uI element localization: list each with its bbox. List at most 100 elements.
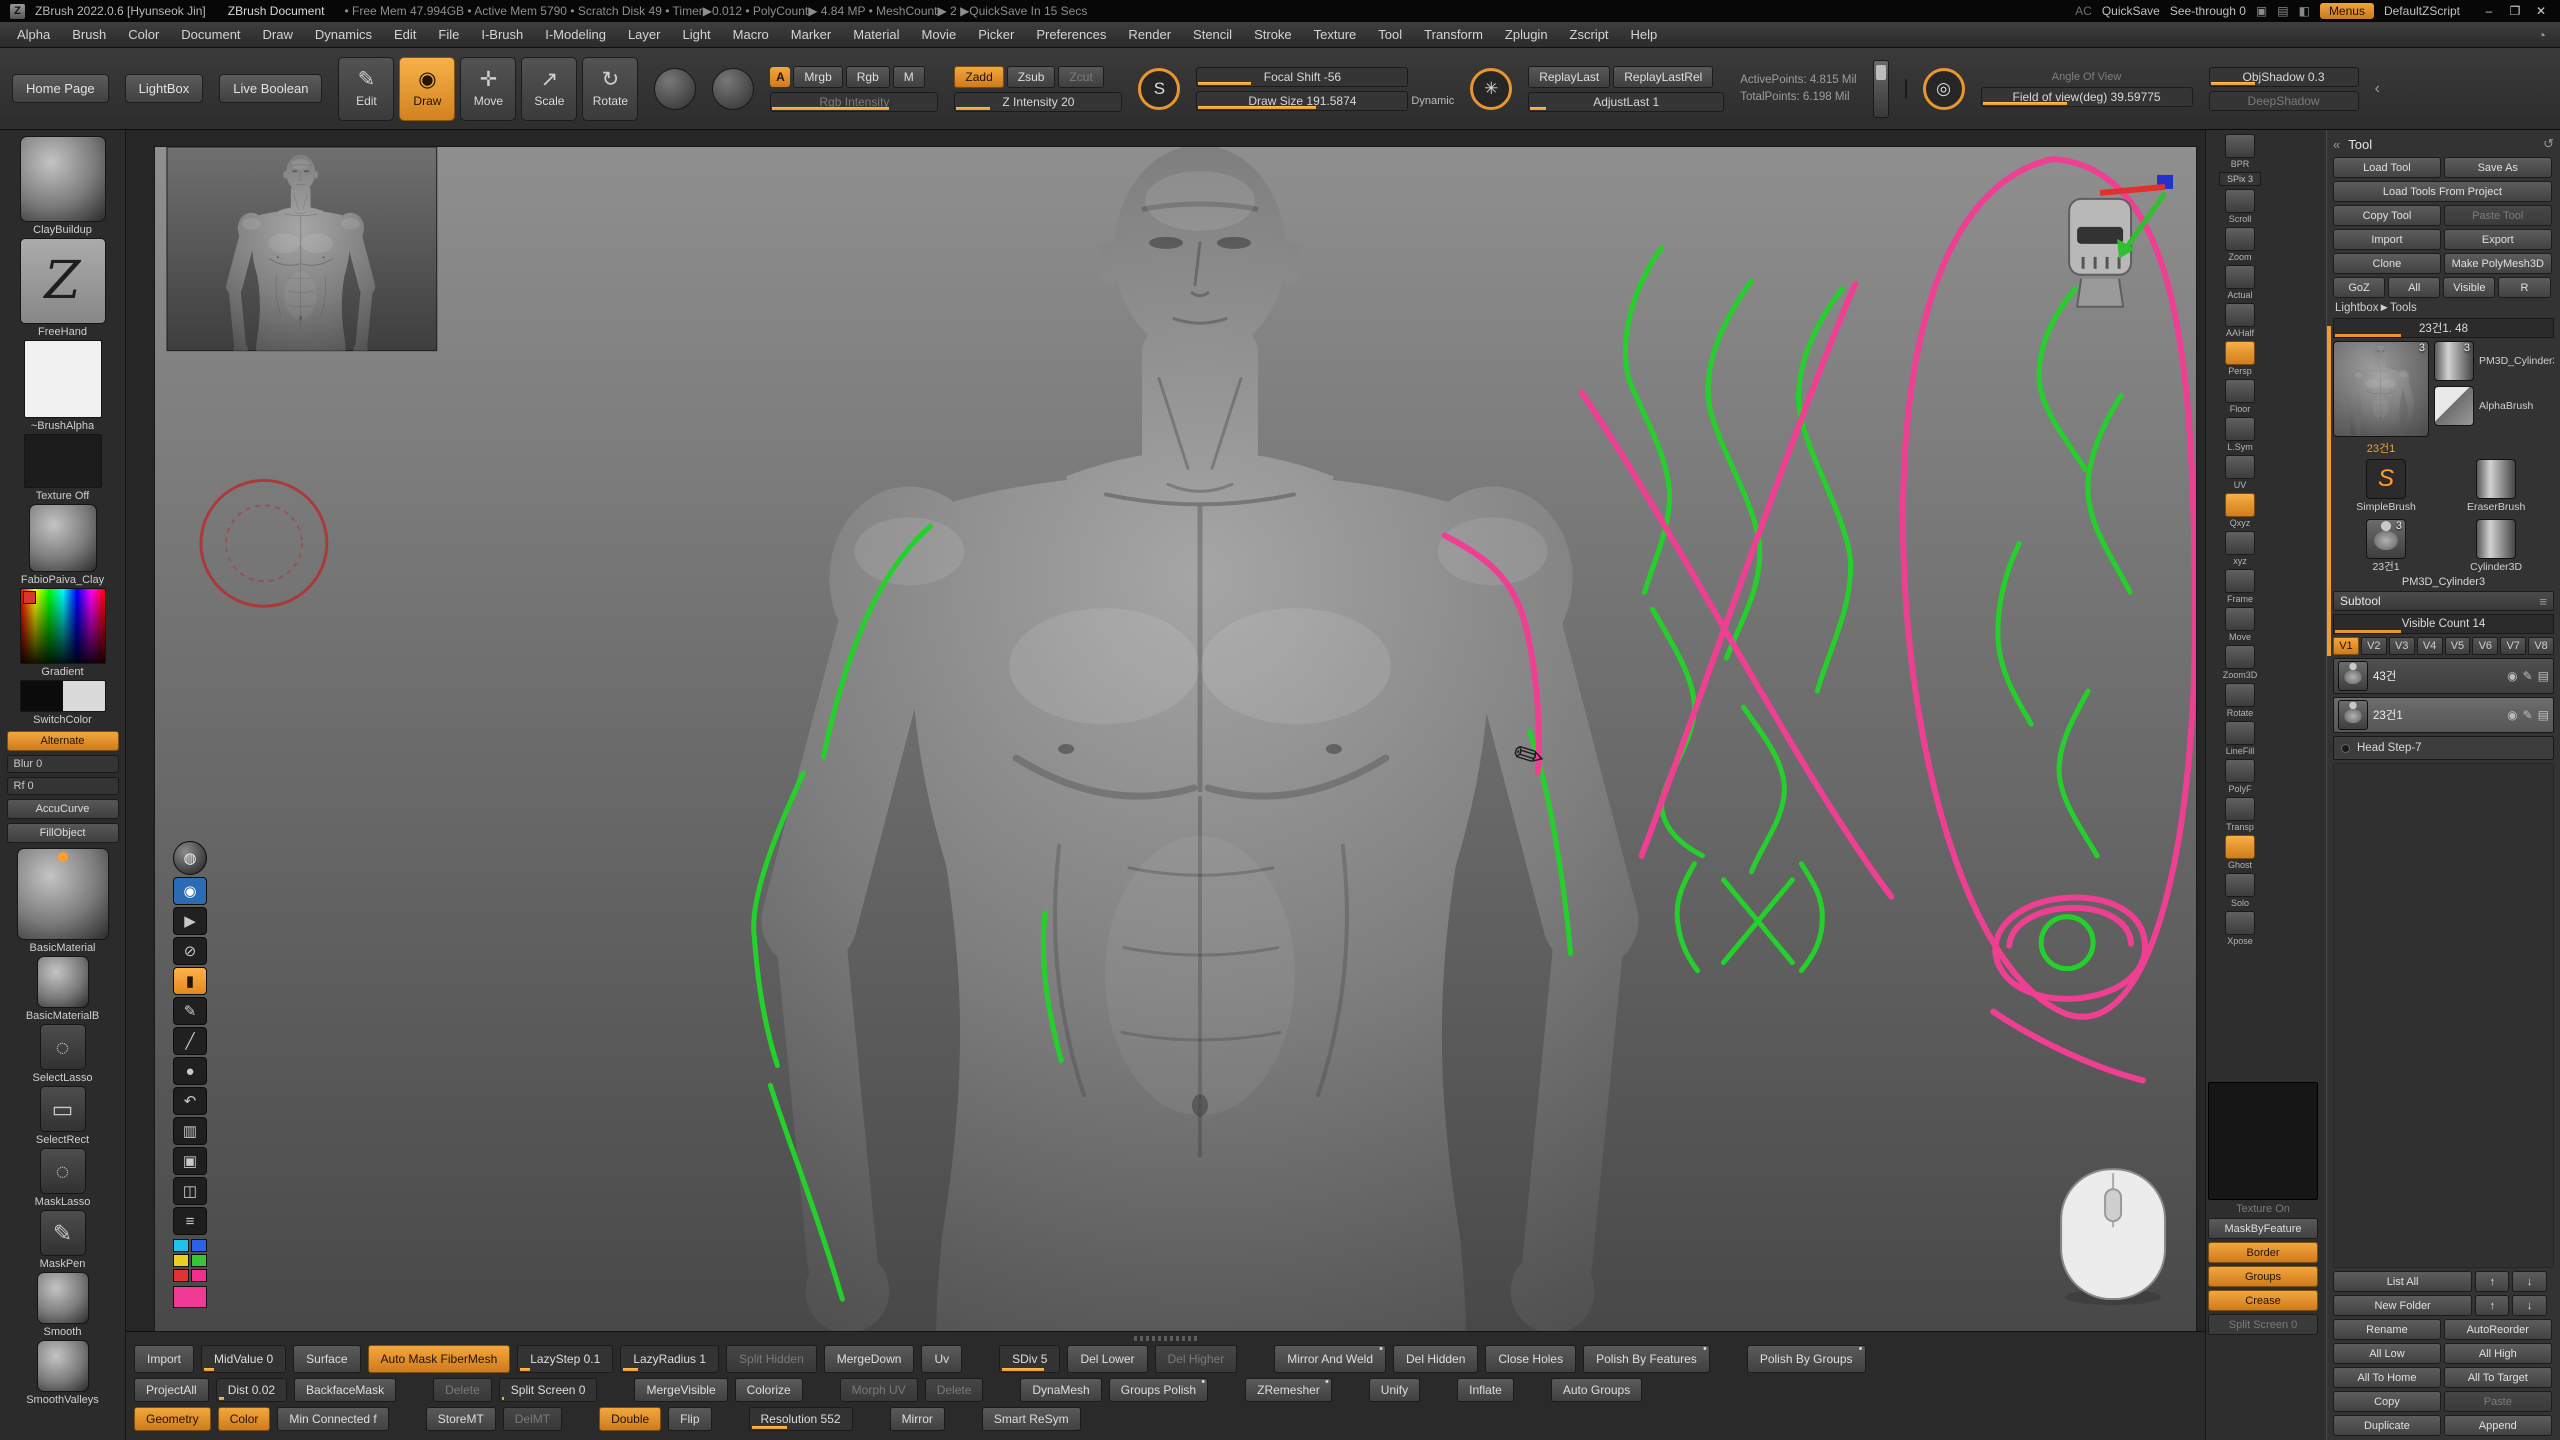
- strip-button[interactable]: Zoom: [2225, 227, 2255, 262]
- rf-slider[interactable]: Rf 0: [7, 777, 119, 795]
- strip-button[interactable]: Qxyz: [2225, 493, 2255, 528]
- strip-button[interactable]: Zoom3D: [2223, 645, 2258, 680]
- annotation-tool-button[interactable]: ≡: [173, 1207, 207, 1235]
- tray-control[interactable]: Delete: [925, 1378, 984, 1402]
- tray-control[interactable]: Geometry: [134, 1407, 211, 1431]
- color-swatch[interactable]: [191, 1254, 207, 1267]
- groups-button[interactable]: Groups: [2208, 1266, 2318, 1287]
- tray-grip[interactable]: [1134, 1336, 1198, 1341]
- tool-thumbnail[interactable]: 3: [2366, 519, 2406, 559]
- tray-control[interactable]: MergeDown: [824, 1345, 915, 1373]
- lightbox-tools-row[interactable]: Lightbox►Tools: [2333, 301, 2554, 315]
- zcut-button[interactable]: Zcut: [1058, 66, 1103, 88]
- strip-button[interactable]: Solo: [2225, 873, 2255, 908]
- accucurve-button[interactable]: AccuCurve: [7, 799, 119, 819]
- tool-item[interactable]: Cylinder3D: [2443, 519, 2549, 573]
- stroke-preview-icon[interactable]: [654, 68, 696, 110]
- alternate-button[interactable]: Alternate: [7, 731, 119, 751]
- annotation-tool-button[interactable]: ▥: [173, 1117, 207, 1145]
- subtool-view-tab[interactable]: V6: [2472, 637, 2498, 655]
- angle-of-view-icon[interactable]: ◎: [1923, 68, 1965, 110]
- fillobject-button[interactable]: FillObject: [7, 823, 119, 843]
- z-intensity-slider[interactable]: Z Intensity 20: [954, 92, 1122, 112]
- crease-button[interactable]: Crease: [2208, 1290, 2318, 1311]
- spix-slider[interactable]: SPix 3: [2219, 172, 2261, 186]
- tray-control[interactable]: StoreMT: [426, 1407, 496, 1431]
- mode-button[interactable]: ✎ Edit: [338, 57, 394, 121]
- menu-item[interactable]: Tool: [1367, 22, 1413, 48]
- rgb-button[interactable]: Rgb: [846, 66, 890, 88]
- mask-by-feature-button[interactable]: MaskByFeature: [2208, 1218, 2318, 1239]
- subtool-view-tab[interactable]: V3: [2389, 637, 2415, 655]
- shelf-thumbnail[interactable]: [24, 340, 102, 418]
- shelf-thumbnail[interactable]: ✎: [40, 1210, 86, 1256]
- subtool-action-button[interactable]: List All: [2333, 1271, 2472, 1292]
- tool-panel-button[interactable]: R: [2498, 277, 2550, 298]
- tool-item[interactable]: 3 PM3D_Cylinder3: [2434, 341, 2554, 381]
- tray-control[interactable]: ProjectAll: [134, 1378, 209, 1402]
- shelf-thumbnail[interactable]: [37, 956, 89, 1008]
- menu-item[interactable]: Zscript: [1559, 22, 1620, 48]
- tool-panel-button[interactable]: Load Tool: [2333, 157, 2441, 178]
- default-zscript-button[interactable]: DefaultZScript: [2384, 4, 2460, 18]
- strip-button[interactable]: Frame: [2225, 569, 2255, 604]
- strip-button[interactable]: Ghost: [2225, 835, 2255, 870]
- tool-panel-button[interactable]: Paste Tool: [2444, 205, 2552, 226]
- active-tool-thumbnail[interactable]: 3: [2333, 341, 2429, 437]
- tray-control[interactable]: Colorize: [735, 1378, 803, 1402]
- zadd-button[interactable]: Zadd: [954, 66, 1003, 88]
- tray-control[interactable]: SDiv 5: [999, 1345, 1060, 1373]
- mode-button[interactable]: ◉ Draw: [399, 57, 455, 121]
- tray-control[interactable]: Del Higher: [1155, 1345, 1238, 1373]
- menu-item[interactable]: Texture: [1303, 22, 1368, 48]
- menu-item[interactable]: Alpha: [6, 22, 61, 48]
- shelf-thumbnail[interactable]: [37, 1272, 89, 1324]
- texture-on-label[interactable]: Texture On: [2208, 1203, 2318, 1215]
- minimize-button[interactable]: –: [2480, 4, 2498, 18]
- menu-item[interactable]: Movie: [911, 22, 968, 48]
- tool-inventory-slider[interactable]: 23건1. 48: [2333, 318, 2554, 338]
- tray-control[interactable]: Double: [599, 1407, 661, 1431]
- visibility-eye-icon[interactable]: ◉: [2507, 669, 2517, 683]
- polypaint-icon[interactable]: ✎: [2523, 669, 2533, 683]
- subtool-action-button[interactable]: All To Target: [2444, 1367, 2552, 1388]
- annotation-tool-button[interactable]: ✎: [173, 997, 207, 1025]
- subtool-row[interactable]: Head Step-7: [2333, 736, 2554, 760]
- annotation-tool-button[interactable]: ●: [173, 1057, 207, 1085]
- rgb-intensity-slider[interactable]: Rgb Intensity: [770, 92, 938, 112]
- tool-thumbnail[interactable]: S: [2366, 459, 2406, 499]
- strip-button[interactable]: Actual: [2225, 265, 2255, 300]
- color-swatch[interactable]: [173, 1239, 189, 1252]
- annotation-tool-button[interactable]: ◫: [173, 1177, 207, 1205]
- tool-panel-button[interactable]: Make PolyMesh3D: [2444, 253, 2552, 274]
- subtool-action-button[interactable]: ↑: [2475, 1271, 2509, 1292]
- shelf-thumbnail[interactable]: [17, 848, 109, 940]
- shelf-thumbnail[interactable]: Z: [20, 238, 106, 324]
- shelf-thumbnail[interactable]: [24, 434, 102, 488]
- menu-item[interactable]: Zplugin: [1494, 22, 1559, 48]
- deep-shadow-slider[interactable]: DeepShadow: [2209, 91, 2359, 111]
- tray-control[interactable]: Min Connected f: [277, 1407, 388, 1431]
- color-swatch[interactable]: [191, 1269, 207, 1282]
- strip-button[interactable]: Xpose: [2225, 911, 2255, 946]
- tray-control[interactable]: Del Lower: [1067, 1345, 1147, 1373]
- menu-item[interactable]: Transform: [1413, 22, 1494, 48]
- gravity-strength-slider[interactable]: Gravity Strength 0: [1905, 79, 1907, 99]
- annotation-tool-button[interactable]: ▣: [173, 1147, 207, 1175]
- tool-panel-button[interactable]: Load Tools From Project: [2333, 181, 2552, 202]
- tray-control[interactable]: ZRemesher •: [1245, 1378, 1332, 1402]
- tray-control[interactable]: MidValue 0: [201, 1345, 286, 1373]
- subtool-view-tab[interactable]: V7: [2500, 637, 2526, 655]
- tray-control[interactable]: Split Screen 0: [499, 1378, 598, 1402]
- tray-control[interactable]: Dist 0.02: [216, 1378, 287, 1402]
- subtool-action-button[interactable]: AutoReorder: [2444, 1319, 2552, 1340]
- tray-control[interactable]: Polish By Features •: [1583, 1345, 1710, 1373]
- material-sphere-icon[interactable]: [712, 68, 754, 110]
- tool-panel-button[interactable]: GoZ: [2333, 277, 2385, 298]
- tray-control[interactable]: Unify: [1369, 1378, 1420, 1402]
- subtool-action-button[interactable]: All To Home: [2333, 1367, 2441, 1388]
- tray-control[interactable]: Color: [218, 1407, 271, 1431]
- replay-last-button[interactable]: ReplayLast: [1528, 66, 1610, 88]
- subtool-action-button[interactable]: Paste: [2444, 1391, 2552, 1412]
- m-button[interactable]: M: [893, 66, 925, 88]
